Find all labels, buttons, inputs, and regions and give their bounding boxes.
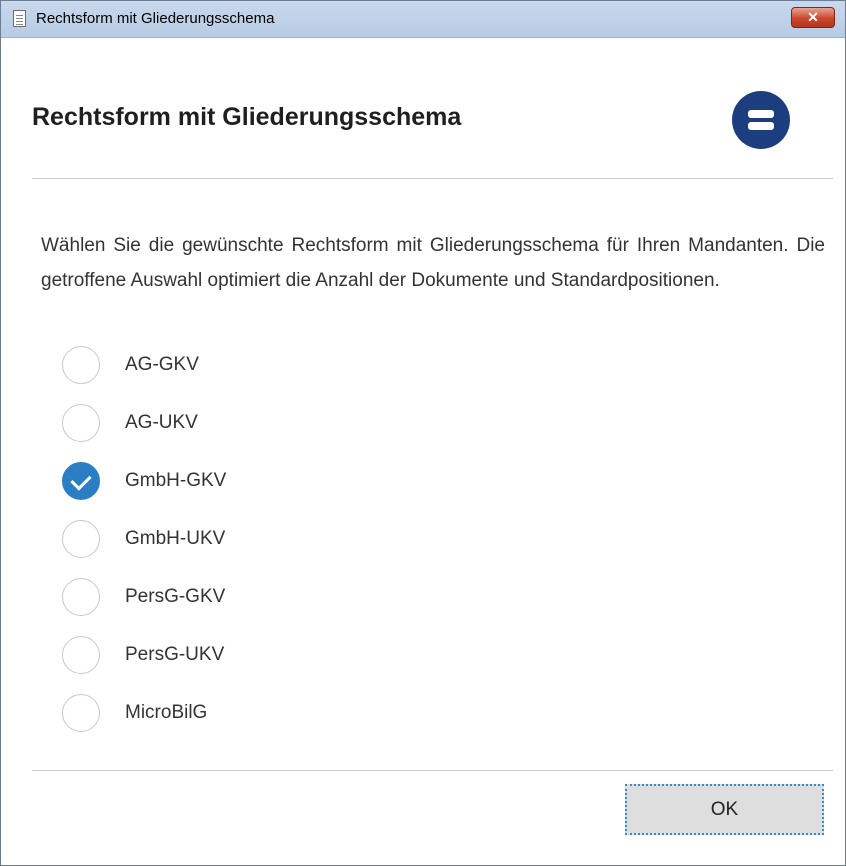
document-icon [13, 10, 26, 27]
menu-equals-icon[interactable] [732, 91, 790, 149]
dialog-heading: Rechtsform mit Gliederungsschema [32, 103, 462, 131]
bottom-divider [32, 770, 833, 771]
option-gmbh-gkv[interactable]: GmbH-GKV [62, 462, 462, 506]
option-label: PersG-UKV [125, 644, 225, 665]
option-ag-gkv[interactable]: AG-GKV [62, 346, 462, 390]
option-label: GmbH-UKV [125, 528, 226, 549]
radio-persg-gkv[interactable] [62, 578, 100, 616]
radio-persg-ukv[interactable] [62, 636, 100, 674]
option-label: AG-GKV [125, 354, 199, 375]
radio-ag-gkv[interactable] [62, 346, 100, 384]
radio-microbilg[interactable] [62, 694, 100, 732]
description-text: Wählen Sie die gewünschte Rechtsform mit… [41, 235, 825, 291]
window-title: Rechtsform mit Gliederungsschema [36, 10, 275, 27]
option-persg-ukv[interactable]: PersG-UKV [62, 636, 462, 680]
dialog-window: Rechtsform mit Gliederungsschema ✕ Recht… [0, 0, 846, 866]
title-bar[interactable]: Rechtsform mit Gliederungsschema ✕ [1, 1, 845, 38]
option-microbilg[interactable]: MicroBilG [62, 694, 462, 738]
option-label: MicroBilG [125, 702, 208, 723]
option-persg-gkv[interactable]: PersG-GKV [62, 578, 462, 622]
ok-button[interactable]: OK [625, 784, 824, 835]
option-gmbh-ukv[interactable]: GmbH-UKV [62, 520, 462, 564]
option-label: GmbH-GKV [125, 470, 227, 491]
close-button[interactable]: ✕ [791, 7, 835, 28]
radio-gmbh-ukv[interactable] [62, 520, 100, 558]
radio-ag-ukv[interactable] [62, 404, 100, 442]
option-label: AG-UKV [125, 412, 198, 433]
option-label: PersG-GKV [125, 586, 226, 607]
radio-gmbh-gkv[interactable] [62, 462, 100, 500]
checkmark-icon [70, 469, 92, 491]
top-divider [32, 178, 833, 179]
option-ag-ukv[interactable]: AG-UKV [62, 404, 462, 448]
